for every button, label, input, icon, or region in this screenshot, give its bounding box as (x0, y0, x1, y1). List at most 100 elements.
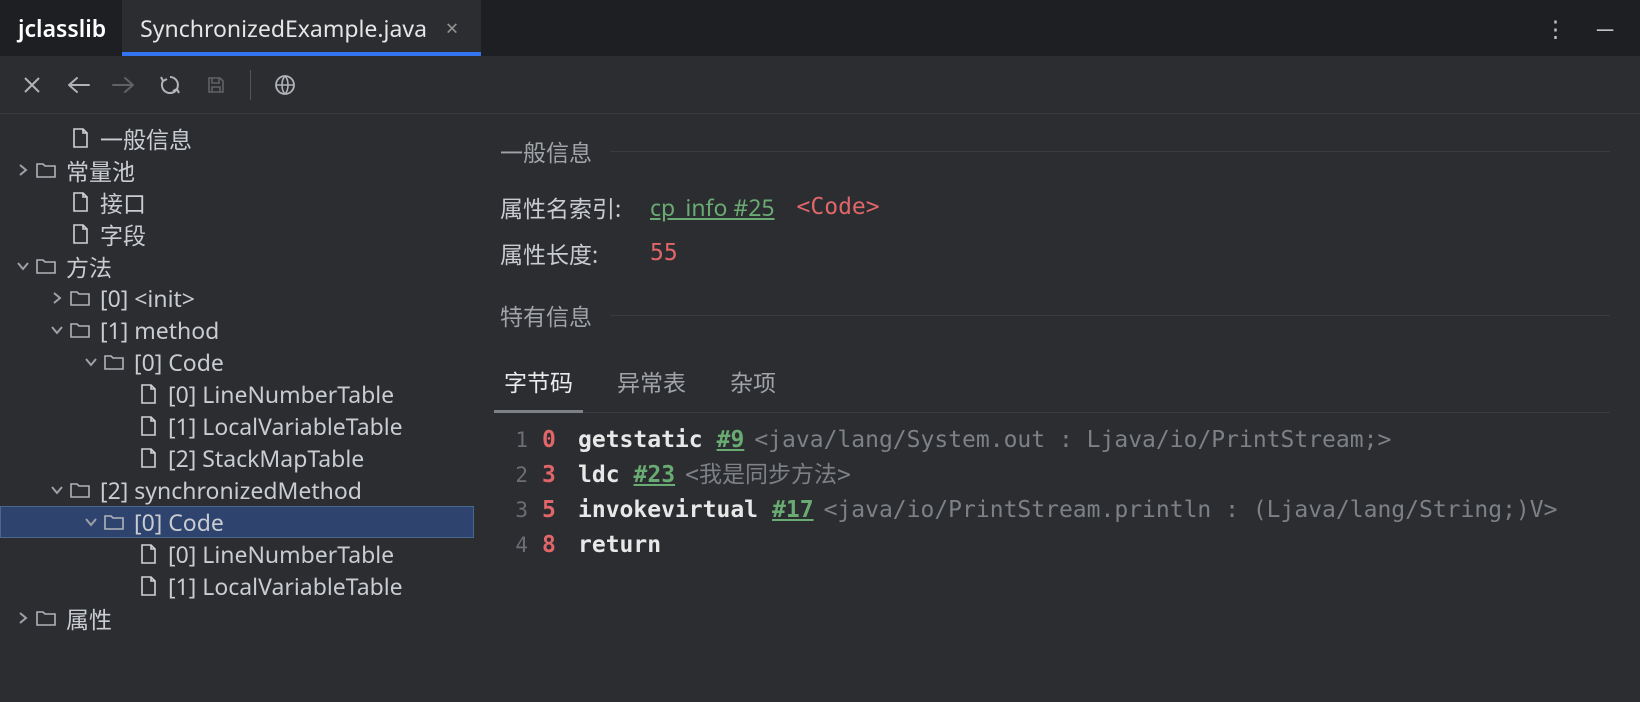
folder-icon (102, 350, 126, 374)
file-tab-label: SynchronizedExample.java (140, 12, 427, 44)
tree-item-label: 字段 (100, 217, 146, 251)
tree-item[interactable]: 一般信息 (0, 122, 474, 154)
bytecode-opcode: ldc (578, 458, 620, 493)
tree-item-label: [0] <init> (100, 282, 195, 314)
detail-pane: 一般信息 属性名索引: cp_info #25 <Code> 属性长度: 55 … (474, 114, 1640, 702)
bytecode-offset: 0 (542, 423, 562, 458)
section-general: 一般信息 (500, 134, 1610, 168)
bytecode-row: 23ldc#23<我是同步方法> (500, 458, 1610, 493)
tree-item[interactable]: [2] synchronizedMethod (0, 474, 474, 506)
attr-name-index-label: 属性名索引: (500, 190, 650, 224)
folder-icon (34, 158, 58, 182)
tree-item-label: 方法 (66, 249, 112, 283)
tree-item[interactable]: 接口 (0, 186, 474, 218)
divider-line (610, 315, 1610, 316)
attr-length-label: 属性长度: (500, 236, 650, 270)
caret-placeholder (114, 543, 136, 565)
toolbar (0, 56, 1640, 114)
file-icon (136, 446, 160, 470)
refresh-button[interactable] (148, 63, 192, 107)
bytecode-opcode: return (578, 528, 661, 563)
window-controls: ⋮ ─ (1520, 0, 1640, 56)
minimize-icon[interactable]: ─ (1594, 12, 1616, 44)
chevron-right-icon[interactable] (12, 159, 34, 181)
tree-item[interactable]: [2] StackMapTable (0, 442, 474, 474)
sub-tab[interactable]: 字节码 (500, 354, 577, 412)
close-tab-icon[interactable]: × (441, 13, 463, 43)
titlebar-spacer (481, 0, 1520, 56)
bytecode-desc: <我是同步方法> (685, 458, 851, 493)
body-split: 一般信息常量池接口字段方法[0] <init>[1] method[0] Cod… (0, 114, 1640, 702)
section-specific-label: 特有信息 (500, 298, 592, 332)
tree-item-label: [2] synchronizedMethod (100, 474, 362, 506)
caret-placeholder (114, 575, 136, 597)
tree-item[interactable]: [0] Code (0, 506, 474, 538)
chevron-down-icon[interactable] (12, 255, 34, 277)
back-button[interactable] (56, 63, 100, 107)
tree-item-label: [0] Code (134, 506, 224, 538)
file-icon (136, 542, 160, 566)
folder-icon (102, 510, 126, 534)
web-button[interactable] (263, 63, 307, 107)
chevron-right-icon[interactable] (46, 287, 68, 309)
folder-icon (34, 254, 58, 278)
tree-pane: 一般信息常量池接口字段方法[0] <init>[1] method[0] Cod… (0, 114, 474, 702)
more-icon[interactable]: ⋮ (1544, 12, 1566, 44)
section-specific: 特有信息 (500, 298, 1610, 332)
folder-icon (68, 478, 92, 502)
tree-item[interactable]: [1] LocalVariableTable (0, 570, 474, 602)
bytecode-offset: 5 (542, 493, 562, 528)
bytecode-row: 48return (500, 528, 1610, 563)
chevron-down-icon[interactable] (80, 351, 102, 373)
folder-icon (68, 318, 92, 342)
caret-placeholder (46, 223, 68, 245)
tree-item-label: 常量池 (66, 153, 135, 187)
sub-tabs: 字节码异常表杂项 (500, 354, 1610, 413)
tree-item-label: [0] Code (134, 346, 224, 378)
tree-item[interactable]: [1] LocalVariableTable (0, 410, 474, 442)
tree-item[interactable]: [0] Code (0, 346, 474, 378)
caret-placeholder (114, 415, 136, 437)
tree-item-label: [0] LineNumberTable (168, 538, 394, 570)
divider-line (610, 151, 1610, 152)
attr-name-index-link[interactable]: cp_info #25 (650, 191, 775, 223)
forward-button[interactable] (102, 63, 146, 107)
chevron-down-icon[interactable] (46, 479, 68, 501)
sub-tab[interactable]: 杂项 (726, 354, 780, 412)
file-icon (68, 222, 92, 246)
close-button[interactable] (10, 63, 54, 107)
chevron-down-icon[interactable] (80, 511, 102, 533)
file-icon (68, 126, 92, 150)
chevron-down-icon[interactable] (46, 319, 68, 341)
tree-item-label: 一般信息 (100, 121, 192, 155)
constant-pool-link[interactable]: #23 (634, 458, 676, 493)
sub-tab[interactable]: 异常表 (613, 354, 690, 412)
caret-placeholder (46, 127, 68, 149)
tree-item[interactable]: [0] LineNumberTable (0, 538, 474, 570)
caret-placeholder (114, 383, 136, 405)
tree-item-label: 属性 (66, 601, 112, 635)
tree-item[interactable]: [0] LineNumberTable (0, 378, 474, 410)
constant-pool-link[interactable]: #17 (772, 493, 814, 528)
tree-item[interactable]: 方法 (0, 250, 474, 282)
tree-item[interactable]: 常量池 (0, 154, 474, 186)
tree-item[interactable]: 属性 (0, 602, 474, 634)
tree-item-label: [2] StackMapTable (168, 442, 364, 474)
toolbar-divider (250, 70, 251, 100)
caret-placeholder (114, 447, 136, 469)
constant-pool-link[interactable]: #9 (717, 423, 745, 458)
tree-item[interactable]: [1] method (0, 314, 474, 346)
tree-item[interactable]: 字段 (0, 218, 474, 250)
bytecode-opcode: invokevirtual (578, 493, 758, 528)
line-number: 1 (500, 423, 528, 458)
tree-item-label: 接口 (100, 185, 146, 219)
line-number: 4 (500, 528, 528, 563)
bytecode-desc: <java/io/PrintStream.println : (Ljava/la… (824, 493, 1558, 528)
chevron-right-icon[interactable] (12, 607, 34, 629)
tree-item[interactable]: [0] <init> (0, 282, 474, 314)
save-button[interactable] (194, 63, 238, 107)
line-number: 2 (500, 458, 528, 493)
file-tab[interactable]: SynchronizedExample.java × (122, 0, 481, 56)
tree-item-label: [1] method (100, 314, 219, 346)
attr-name-index-tag: <Code> (797, 194, 880, 220)
